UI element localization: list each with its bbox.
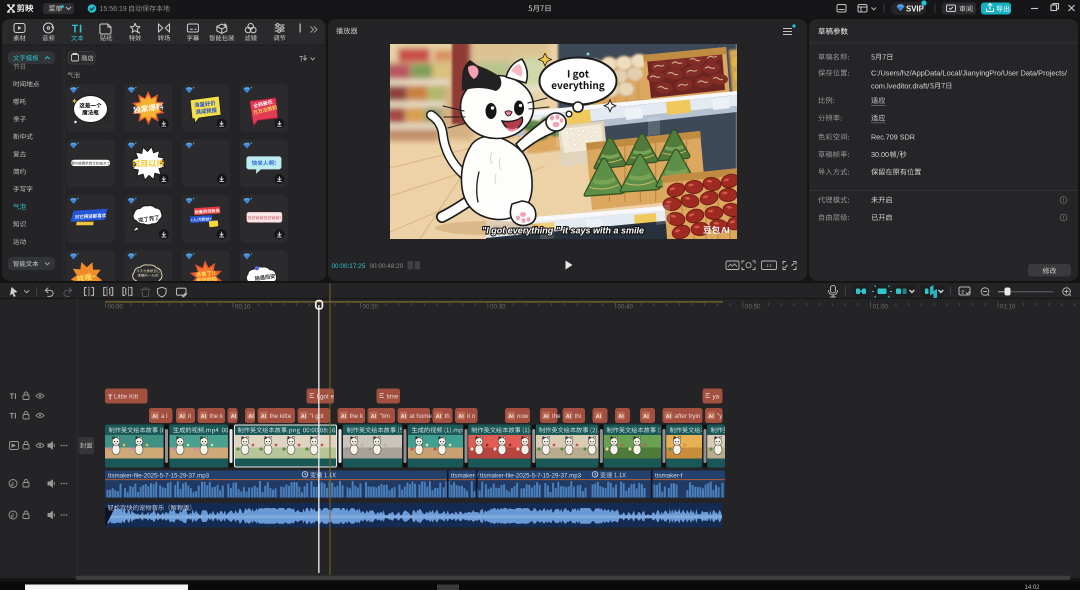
svg-text:AI: AI — [341, 414, 347, 420]
svg-text:SVIP: SVIP — [906, 5, 924, 14]
svg-text:AI: AI — [458, 414, 464, 420]
svg-text:Rec.709 SDR: Rec.709 SDR — [871, 133, 915, 142]
svg-text:AI: AI — [261, 414, 267, 420]
svg-text:thi: thi — [575, 413, 582, 420]
svg-text:"I got everything " it says wi: "I got everything " it says with a smile — [482, 226, 644, 236]
svg-text:AI: AI — [231, 414, 237, 420]
svg-text:the k: the k — [350, 413, 364, 420]
svg-text:it: it — [188, 413, 191, 420]
svg-text:01:10: 01:10 — [1000, 304, 1016, 311]
svg-text:AI: AI — [708, 414, 714, 420]
svg-text:ttsmaker-f: ttsmaker-f — [451, 472, 479, 479]
svg-text:ttsmaker-file-2025-5-7-15-29-3: ttsmaker-file-2025-5-7-15-29-37.mp3 — [108, 472, 210, 479]
svg-text:after tryin: after tryin — [675, 413, 701, 420]
svg-text:00:00:48:20: 00:00:48:20 — [370, 263, 404, 270]
svg-text:it n: it n — [467, 413, 476, 420]
svg-text:at home: at home — [410, 413, 433, 420]
svg-text:00:00: 00:00 — [108, 304, 124, 311]
svg-text:AI: AI — [618, 414, 624, 420]
svg-text:AI: AI — [721, 225, 730, 235]
svg-text:00:40: 00:40 — [618, 304, 634, 311]
svg-text:T: T — [108, 395, 113, 402]
svg-text:AI: AI — [248, 414, 254, 420]
svg-text:ttsmaker-file-2025-5-7-15-29-3: ttsmaker-file-2025-5-7-15-29-37.mp3 — [480, 472, 582, 479]
svg-text:AI: AI — [371, 414, 377, 420]
svg-text:AI: AI — [666, 414, 672, 420]
svg-text:AI: AI — [301, 414, 307, 420]
svg-text:a l: a l — [161, 413, 168, 420]
svg-text:AI: AI — [201, 414, 207, 420]
svg-text:1:1: 1:1 — [766, 263, 772, 268]
svg-text:15:56:19: 15:56:19 — [100, 6, 127, 13]
svg-text:AI: AI — [436, 414, 442, 420]
svg-text:AI: AI — [596, 414, 602, 420]
svg-text:now: now — [517, 413, 529, 420]
svg-text:com.lveditor.draft/: com.lveditor.draft/ — [871, 81, 930, 90]
svg-text:14:02: 14:02 — [1024, 585, 1040, 590]
svg-text:"tim: "tim — [380, 413, 390, 420]
svg-text:"y: "y — [717, 413, 723, 420]
svg-text:ya: ya — [713, 394, 720, 401]
svg-text:AI: AI — [508, 414, 514, 420]
svg-text:00:00:17:25: 00:00:17:25 — [332, 263, 366, 270]
svg-text:"I got: "I got — [310, 413, 325, 420]
svg-text:00:10: 00:10 — [235, 304, 251, 311]
svg-text:AI: AI — [152, 414, 158, 420]
svg-text:AI: AI — [401, 414, 407, 420]
svg-text:AI: AI — [543, 414, 549, 420]
svg-text:AI: AI — [566, 414, 572, 420]
svg-text:01:00: 01:00 — [873, 304, 889, 311]
svg-text:ttsmaker-f: ttsmaker-f — [655, 472, 683, 479]
svg-text:00:50: 00:50 — [745, 304, 761, 311]
svg-text:th: th — [445, 413, 451, 420]
svg-text:AI: AI — [179, 414, 185, 420]
svg-text:time: time — [387, 394, 399, 401]
svg-text:the kitte: the kitte — [270, 413, 292, 420]
svg-text:00:20: 00:20 — [363, 304, 379, 311]
svg-text:C:/Users/hz/AppData/Local/Jian: C:/Users/hz/AppData/Local/JianyingPro/Us… — [871, 69, 1068, 78]
svg-text:30.00: 30.00 — [871, 150, 889, 159]
svg-text:the k: the k — [210, 413, 224, 420]
svg-text:Little Kitt: Little Kitt — [114, 394, 138, 401]
svg-text:00:30: 00:30 — [490, 304, 506, 311]
svg-text:AI: AI — [643, 414, 649, 420]
svg-text:the: the — [552, 413, 561, 420]
